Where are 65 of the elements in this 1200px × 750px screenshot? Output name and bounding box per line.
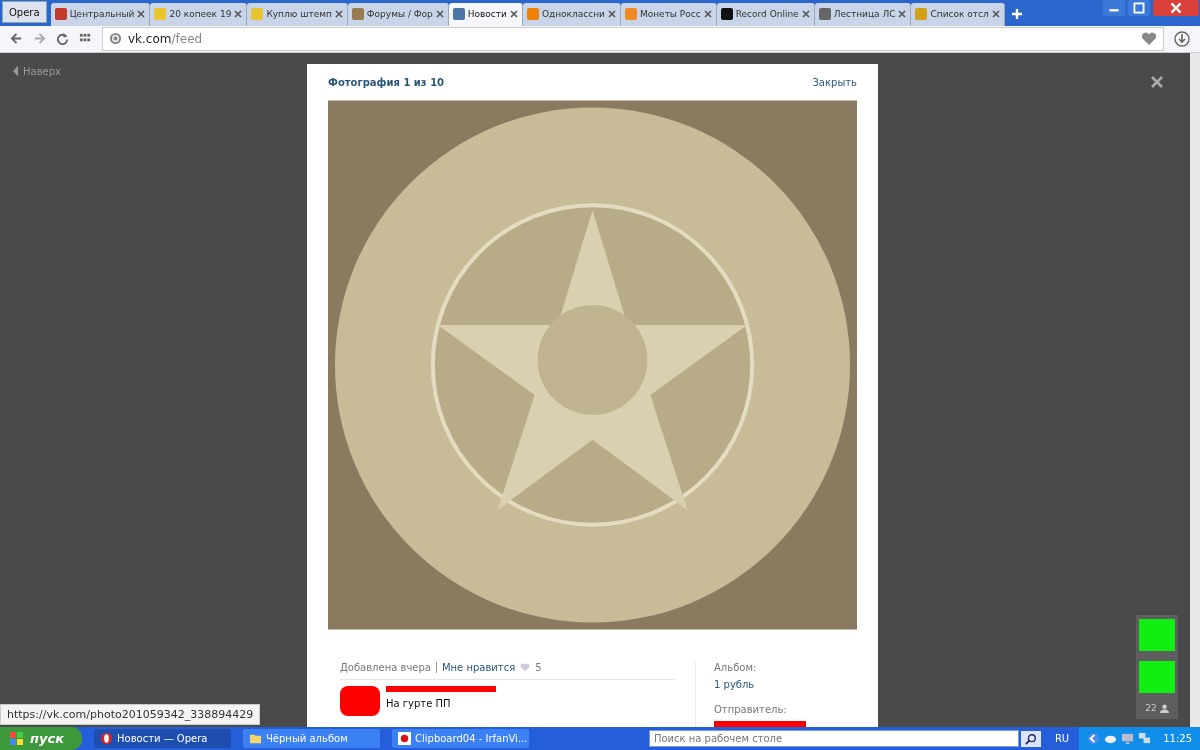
redaction-mark [1139,619,1175,651]
address-field[interactable]: vk.com/feed [102,26,1164,51]
close-link[interactable]: Закрыть [812,76,857,88]
browser-tab[interactable]: 20 копеек 19 [150,2,248,26]
close-icon[interactable] [137,10,146,19]
minimize-icon[interactable] [1102,0,1126,16]
browser-tab[interactable]: Центральный [50,2,151,26]
sender-label: Отправитель: [714,704,788,715]
added-date-text: Добавлена вчера [340,662,431,673]
redaction-mark [340,686,380,716]
like-count: 5 [535,662,542,673]
online-count: 22 [1145,703,1157,713]
photo-counter: Фотография 1 из 10 [328,76,445,88]
heart-icon[interactable] [1141,31,1157,46]
browser-tab[interactable]: Список отсл [911,2,1005,26]
album-label: Альбом: [714,662,758,673]
like-link[interactable]: Мне нравится [435,662,516,673]
new-tab-icon[interactable] [1010,7,1023,20]
close-icon[interactable] [435,10,444,19]
browser-tab[interactable]: Record Online [716,2,815,26]
url-text: vk.com/feed [128,31,203,46]
redaction-mark [1139,661,1175,693]
close-icon[interactable] [607,10,616,19]
caption-text: На гурте ПП [386,698,452,709]
person-icon [1159,703,1169,713]
clock-text: 11:25 [1163,733,1192,744]
search-icon[interactable] [1020,730,1041,747]
network-icon[interactable] [1138,732,1152,745]
close-icon[interactable] [801,10,810,19]
language-indicator[interactable]: RU [1054,733,1070,744]
desktop-search-field[interactable]: Поиск на рабочем столе [648,730,1019,747]
browser-tab[interactable]: Куплю штемп [247,2,348,26]
opera-icon [100,732,113,745]
splash-icon [398,732,411,745]
chevron-left-icon[interactable] [1087,732,1101,745]
close-icon[interactable] [334,10,343,19]
browser-tab[interactable]: Форумы / Фор [347,2,449,26]
scrollbar[interactable] [1190,53,1200,727]
browser-tab[interactable]: Одноклассни [522,2,621,26]
close-icon[interactable] [1152,0,1200,16]
maximize-icon[interactable] [1127,0,1151,16]
album-link[interactable]: 1 рубль [714,679,806,690]
browser-tab[interactable]: Лестница ЛС [814,2,912,26]
close-icon[interactable] [234,10,243,19]
close-icon[interactable] [509,10,518,19]
windows-logo-icon [10,731,24,746]
close-icon[interactable] [898,10,907,19]
download-icon[interactable] [1174,30,1190,47]
opera-menu-button[interactable]: Opera [2,1,47,23]
taskbar-button[interactable]: Clipboard04 - IrfanVi... [392,729,529,748]
back-icon[interactable] [10,32,23,46]
close-icon[interactable] [1150,75,1164,89]
taskbar-button[interactable]: Чёрный альбом [243,729,380,748]
close-icon[interactable] [703,10,712,19]
taskbar-button[interactable]: Новости — Opera [94,729,231,748]
heart-icon [520,663,531,672]
left-arrow-icon [12,65,19,77]
status-url-tooltip: https://vk.com/photo201059342_338894429 [0,704,261,725]
reload-icon[interactable] [56,32,69,46]
folder-icon [249,732,262,745]
browser-tab[interactable]: Новости [448,2,523,26]
globe-icon [109,32,122,46]
browser-tab[interactable]: Монеты Росс [620,2,717,26]
close-icon[interactable] [991,10,1000,19]
start-button[interactable]: пуск [0,727,82,750]
